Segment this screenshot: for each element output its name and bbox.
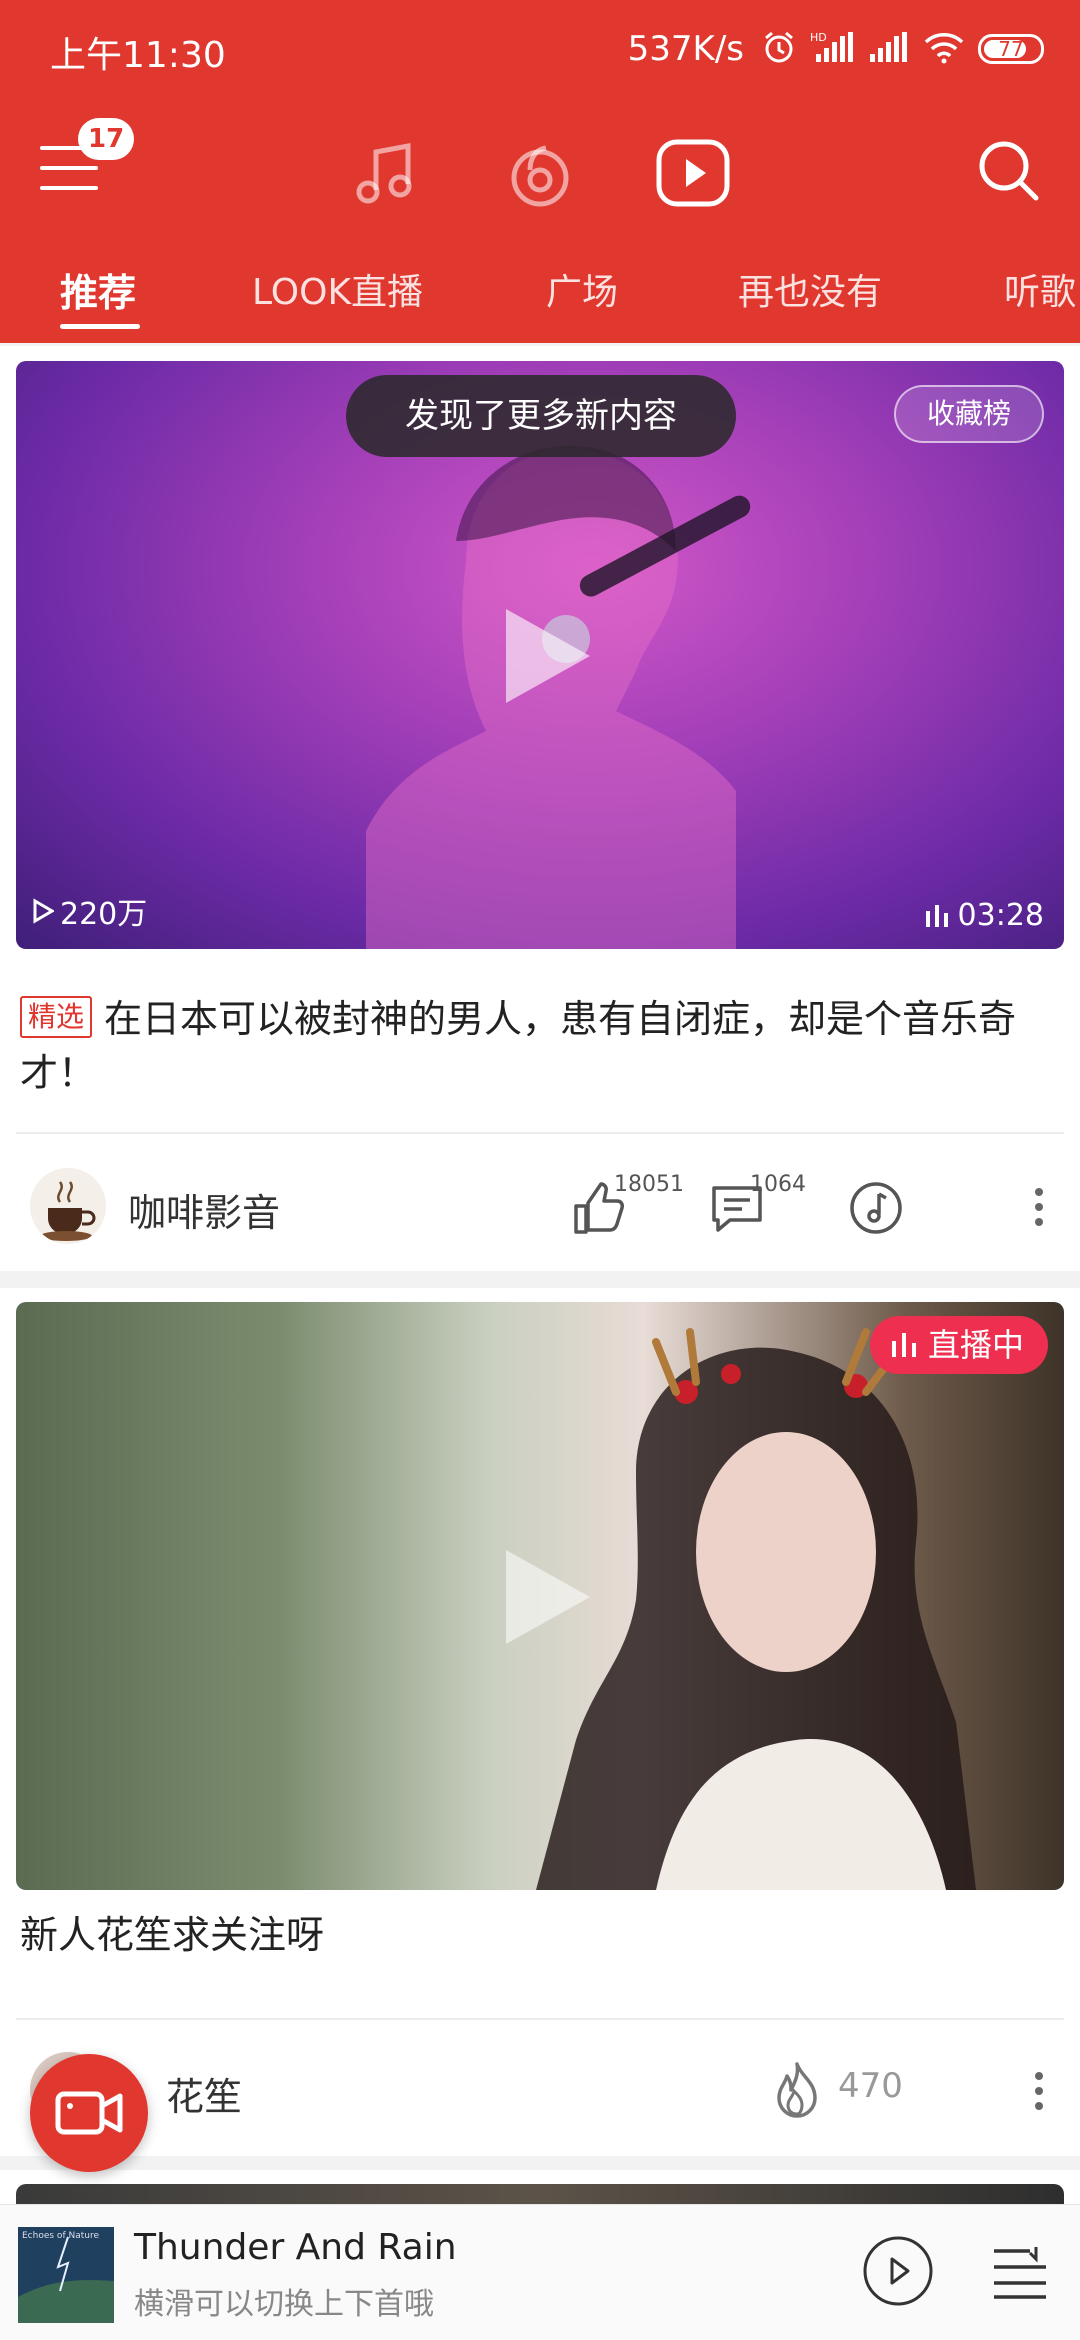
battery-level: 77 (998, 37, 1024, 61)
more-options-button[interactable] (1024, 1174, 1054, 1240)
music-note-icon[interactable] (346, 134, 426, 214)
more-dot (1035, 1203, 1043, 1211)
play-icon[interactable] (496, 601, 596, 711)
hot-indicator (772, 2056, 828, 2126)
battery-icon: 77 (978, 34, 1044, 64)
more-dot (1035, 1188, 1043, 1196)
svg-text:HD: HD (810, 31, 827, 44)
play-pause-button[interactable] (862, 2235, 934, 2307)
live-badge[interactable]: 直播中 (869, 1316, 1048, 1374)
live-bars-icon (891, 1333, 916, 1357)
status-icons: 537K/s HD 77 (628, 24, 1044, 74)
active-tab-indicator (60, 324, 140, 329)
category-tabs: 推荐 LOOK直播 广场 再也没有 听歌 (0, 258, 1080, 329)
live-badge-text: 直播中 (927, 1326, 1024, 1364)
play-count-icon (33, 898, 54, 924)
menu-line (40, 186, 98, 190)
header: 上午11:30 537K/s HD 77 17 推荐 LOOK直播 广场 再也没… (0, 0, 1080, 343)
tab-listen[interactable]: 听歌 (1004, 258, 1076, 328)
status-bar: 上午11:30 537K/s HD 77 (0, 0, 1080, 100)
album-cover[interactable]: Echoes of Nature (18, 2227, 114, 2323)
hd-signal-icon: HD (810, 30, 854, 68)
network-speed: 537K/s (627, 29, 744, 69)
view-count-value: 220万 (60, 897, 148, 932)
hot-count: 470 (838, 2066, 903, 2106)
like-count: 18051 (614, 1172, 684, 1197)
mini-player[interactable]: Echoes of Nature Thunder And Rain 横滑可以切换… (0, 2204, 1080, 2340)
tab-square[interactable]: 广场 (546, 258, 618, 328)
streamer-silhouette (536, 1328, 976, 1890)
live-card: 直播中 新人花笙求关注呀 花笙 470 (0, 1288, 1080, 2156)
video-duration: 03:28 (924, 898, 1044, 933)
featured-tag: 精选 (20, 996, 93, 1038)
tab-recommend[interactable]: 推荐 (60, 258, 136, 328)
author-row: 花笙 470 (0, 2030, 1080, 2150)
song-title[interactable]: Thunder And Rain (134, 2227, 457, 2268)
video-camera-icon (55, 2091, 123, 2135)
author-name[interactable]: 咖啡影音 (128, 1182, 280, 1237)
wifi-icon (924, 30, 964, 68)
tab-look-live[interactable]: LOOK直播 (252, 258, 423, 328)
bars-icon (925, 904, 948, 927)
menu-line (40, 166, 98, 170)
author-name[interactable]: 花笙 (166, 2066, 242, 2121)
play-icon (863, 2236, 933, 2306)
live-thumbnail[interactable]: 直播中 (16, 1302, 1064, 1890)
music-disc-icon (850, 1182, 902, 1234)
comment-count: 1064 (750, 1172, 806, 1197)
new-content-notice[interactable]: 发现了更多新内容 (346, 375, 736, 457)
song-subtitle: 横滑可以切换上下首哦 (134, 2287, 434, 2322)
status-time: 上午11:30 (50, 35, 226, 76)
view-count: 220万 (32, 889, 147, 933)
live-title[interactable]: 新人花笙求关注呀 (20, 1908, 1060, 1962)
divider (16, 1132, 1064, 1134)
divider (16, 2018, 1064, 2020)
more-options-button[interactable] (1024, 2058, 1054, 2124)
chart-badge[interactable]: 收藏榜 (894, 385, 1044, 443)
video-thumbnail[interactable]: 发现了更多新内容 收藏榜 220万 03:28 (16, 361, 1064, 949)
video-title[interactable]: 精选 在日本可以被封神的男人，患有自闭症，却是个音乐奇才！ (20, 992, 1060, 1100)
video-card: 发现了更多新内容 收藏榜 220万 03:28 精选 在日本可以被封神的男人，患有… (0, 346, 1080, 1271)
flame-icon (777, 2062, 817, 2118)
more-dot (1035, 2072, 1043, 2080)
top-nav-bar: 17 (0, 110, 1080, 230)
alarm-icon (762, 30, 796, 68)
app-root: 上午11:30 537K/s HD 77 17 推荐 LOOK直播 广场 再也没… (0, 0, 1080, 2340)
avatar[interactable] (30, 1168, 106, 1244)
more-dot (1035, 2102, 1043, 2110)
search-button[interactable] (974, 136, 1044, 206)
search-icon (979, 141, 1039, 201)
music-button[interactable] (848, 1172, 904, 1242)
playlist-button[interactable] (990, 2243, 1050, 2299)
video-play-icon[interactable] (654, 134, 734, 214)
menu-badge: 17 (78, 118, 135, 160)
author-row: 咖啡影音 18051 1064 (0, 1146, 1080, 1266)
playlist-icon (994, 2247, 1046, 2299)
tab-no-more[interactable]: 再也没有 (738, 258, 882, 328)
more-dot (1035, 2087, 1043, 2095)
signal-icon (868, 30, 910, 68)
more-dot (1035, 1218, 1043, 1226)
video-title-text: 在日本可以被封神的男人，患有自闭症，却是个音乐奇才！ (20, 997, 1017, 1095)
record-video-button[interactable] (30, 2054, 148, 2172)
album-cover-text: Echoes of Nature (22, 2231, 99, 2241)
netease-radio-icon[interactable] (500, 134, 580, 214)
play-icon[interactable] (496, 1542, 596, 1652)
duration-value: 03:28 (957, 898, 1044, 933)
